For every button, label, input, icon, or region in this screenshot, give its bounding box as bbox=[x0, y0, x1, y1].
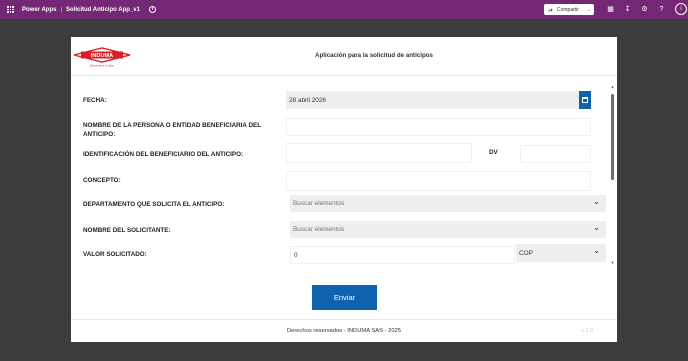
moneda-dropdown[interactable]: COP ⌄ bbox=[516, 244, 606, 262]
info-icon[interactable]: i bbox=[148, 6, 156, 13]
app-brand[interactable]: Power Apps bbox=[22, 7, 56, 13]
share-button[interactable]: Compartir ⌄ bbox=[544, 4, 594, 15]
scroll-up-icon[interactable]: ▲ bbox=[610, 84, 615, 89]
version-label: v 1.0 bbox=[581, 328, 593, 334]
valor-value: 0 bbox=[294, 251, 298, 259]
valor-input[interactable]: 0 bbox=[290, 246, 515, 264]
svg-text:Bienvenido a su Casa: Bienvenido a su Casa bbox=[90, 65, 114, 68]
power-apps-header: Power Apps | Solicitud Anticipo App_v1 i… bbox=[0, 0, 688, 19]
valor-label: VALOR SOLICITADO: bbox=[83, 251, 147, 258]
chevron-down-icon: ⌄ bbox=[593, 223, 600, 232]
form-scrollbar[interactable]: ▲ ▼ bbox=[610, 84, 615, 268]
scroll-down-icon[interactable]: ▼ bbox=[610, 260, 615, 265]
app-canvas: INDUMA Bienvenido a su Casa Aplicación p… bbox=[71, 37, 617, 342]
grid-icon[interactable]: ▦ bbox=[606, 5, 615, 14]
download-icon[interactable]: ↧ bbox=[623, 5, 632, 14]
concepto-input[interactable] bbox=[286, 171, 591, 191]
share-icon bbox=[548, 8, 553, 12]
chevron-down-icon: ⌄ bbox=[593, 197, 600, 206]
solicitante-combobox[interactable]: Buscar elementos ⌄ bbox=[290, 221, 606, 238]
fecha-value: 28 abril 2026 bbox=[289, 96, 326, 104]
chevron-down-icon: ⌄ bbox=[586, 6, 591, 13]
identificacion-label: IDENTIFICACIÓN DEL BENEFICIARIO DEL ANTI… bbox=[83, 151, 244, 158]
send-button[interactable]: Enviar bbox=[312, 285, 377, 310]
calendar-icon[interactable] bbox=[579, 91, 591, 109]
identificacion-input[interactable] bbox=[286, 143, 472, 163]
chevron-down-icon: ⌄ bbox=[593, 246, 600, 255]
title-separator: | bbox=[60, 6, 63, 13]
app-name: Solicitud Anticipo App_v1 bbox=[66, 6, 140, 13]
app-footer: Derechos reservados - INDUMA SAS - 2025 … bbox=[71, 319, 617, 342]
departamento-label: DEPARTAMENTO QUE SOLICITA EL ANTICIPO: bbox=[83, 201, 225, 208]
solicitante-label: NOMBRE DEL SOLICITANTE: bbox=[83, 227, 171, 234]
page-title: Aplicación para la solicitud de anticipo… bbox=[315, 52, 433, 59]
request-form: FECHA: 28 abril 2026 NOMBRE DE LA PERSON… bbox=[71, 83, 617, 319]
departamento-placeholder: Buscar elementos bbox=[293, 200, 345, 207]
fecha-label: FECHA: bbox=[83, 97, 107, 104]
help-icon[interactable]: ? bbox=[657, 5, 666, 14]
avatar-icon[interactable]: i bbox=[675, 3, 687, 15]
dv-label: DV bbox=[489, 149, 498, 156]
waffle-icon[interactable] bbox=[7, 6, 14, 13]
scrollbar-thumb[interactable] bbox=[611, 94, 614, 180]
settings-icon[interactable]: ⚙ bbox=[640, 5, 649, 14]
moneda-value: COP bbox=[519, 249, 533, 257]
copyright-text: Derechos reservados - INDUMA SAS - 2025 bbox=[286, 328, 402, 334]
solicitante-placeholder: Buscar elementos bbox=[293, 226, 345, 233]
beneficiario-input[interactable] bbox=[286, 118, 591, 136]
concepto-label: CONCEPTO: bbox=[83, 177, 121, 184]
fecha-date-picker[interactable]: 28 abril 2026 bbox=[286, 91, 579, 109]
share-label: Compartir bbox=[557, 6, 579, 13]
app-header: INDUMA Bienvenido a su Casa Aplicación p… bbox=[71, 37, 617, 76]
departamento-combobox[interactable]: Buscar elementos ⌄ bbox=[290, 195, 606, 212]
beneficiario-label-line2: ANTICIPO: bbox=[83, 131, 116, 138]
dv-input[interactable] bbox=[520, 145, 591, 163]
beneficiario-label-line1: NOMBRE DE LA PERSONA O ENTIDAD BENEFICIA… bbox=[83, 122, 262, 129]
